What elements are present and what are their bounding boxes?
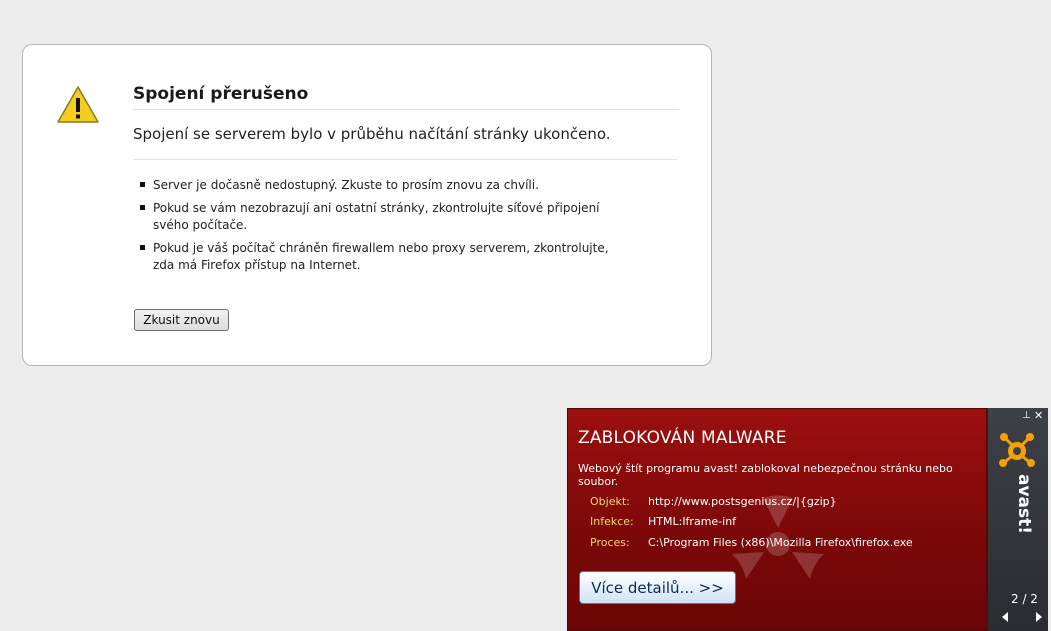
list-item: Pokud se vám nezobrazují ani ostatní str… bbox=[133, 200, 633, 234]
process-row: Proces: C:\Program Files (x86)\Mozilla Fi… bbox=[590, 536, 913, 549]
error-page-container: Spojení přerušeno Spojení se serverem by… bbox=[22, 44, 712, 366]
infection-value: HTML:Iframe-inf bbox=[648, 515, 737, 528]
infection-label: Infekce: bbox=[590, 515, 634, 528]
avast-logo-icon bbox=[999, 433, 1035, 467]
object-row: Objekt: http://www.postsgenius.cz/|{gzip} bbox=[590, 495, 837, 508]
error-short-description: Spojení se serverem bylo v průběhu načít… bbox=[133, 125, 677, 160]
alert-title: ZABLOKOVÁN MALWARE bbox=[578, 428, 787, 448]
next-icon[interactable] bbox=[1036, 612, 1042, 622]
page-title: Spojení přerušeno bbox=[133, 84, 679, 110]
avast-brand-wordmark: avast! bbox=[1014, 474, 1034, 534]
brand-text: avast! bbox=[1014, 474, 1034, 534]
pin-icon[interactable]: ⊥ bbox=[1022, 410, 1031, 421]
close-icon[interactable]: ✕ bbox=[1034, 409, 1043, 422]
page-indicator: 2 / 2 bbox=[1011, 592, 1038, 606]
avast-notification: ZABLOKOVÁN MALWARE Webový štít programu … bbox=[567, 408, 1051, 631]
process-value: C:\Program Files (x86)\Mozilla Firefox\f… bbox=[648, 536, 913, 549]
list-item: Server je dočasně nedostupný. Zkuste to … bbox=[133, 177, 633, 194]
more-details-button[interactable]: Více detailů... >> bbox=[579, 571, 736, 604]
object-value: http://www.postsgenius.cz/|{gzip} bbox=[648, 495, 837, 508]
bullet-icon bbox=[140, 245, 145, 250]
avast-alert-panel: ZABLOKOVÁN MALWARE Webový štít programu … bbox=[567, 408, 987, 631]
retry-button[interactable]: Zkusit znovu bbox=[134, 309, 229, 331]
list-item: Pokud je váš počítač chráněn firewallem … bbox=[133, 240, 633, 274]
error-suggestions-list: Server je dočasně nedostupný. Zkuste to … bbox=[133, 177, 633, 280]
warning-icon bbox=[57, 86, 99, 123]
previous-icon[interactable] bbox=[1002, 612, 1008, 622]
process-label: Proces: bbox=[590, 536, 630, 549]
bullet-icon bbox=[140, 205, 145, 210]
alert-message: Webový štít programu avast! zablokoval n… bbox=[578, 462, 953, 488]
bullet-icon bbox=[140, 182, 145, 187]
infection-row: Infekce: HTML:Iframe-inf bbox=[590, 515, 736, 528]
avast-sidebar: ⊥ ✕ avast! 2 / 2 bbox=[987, 408, 1048, 631]
object-label: Objekt: bbox=[590, 495, 630, 508]
